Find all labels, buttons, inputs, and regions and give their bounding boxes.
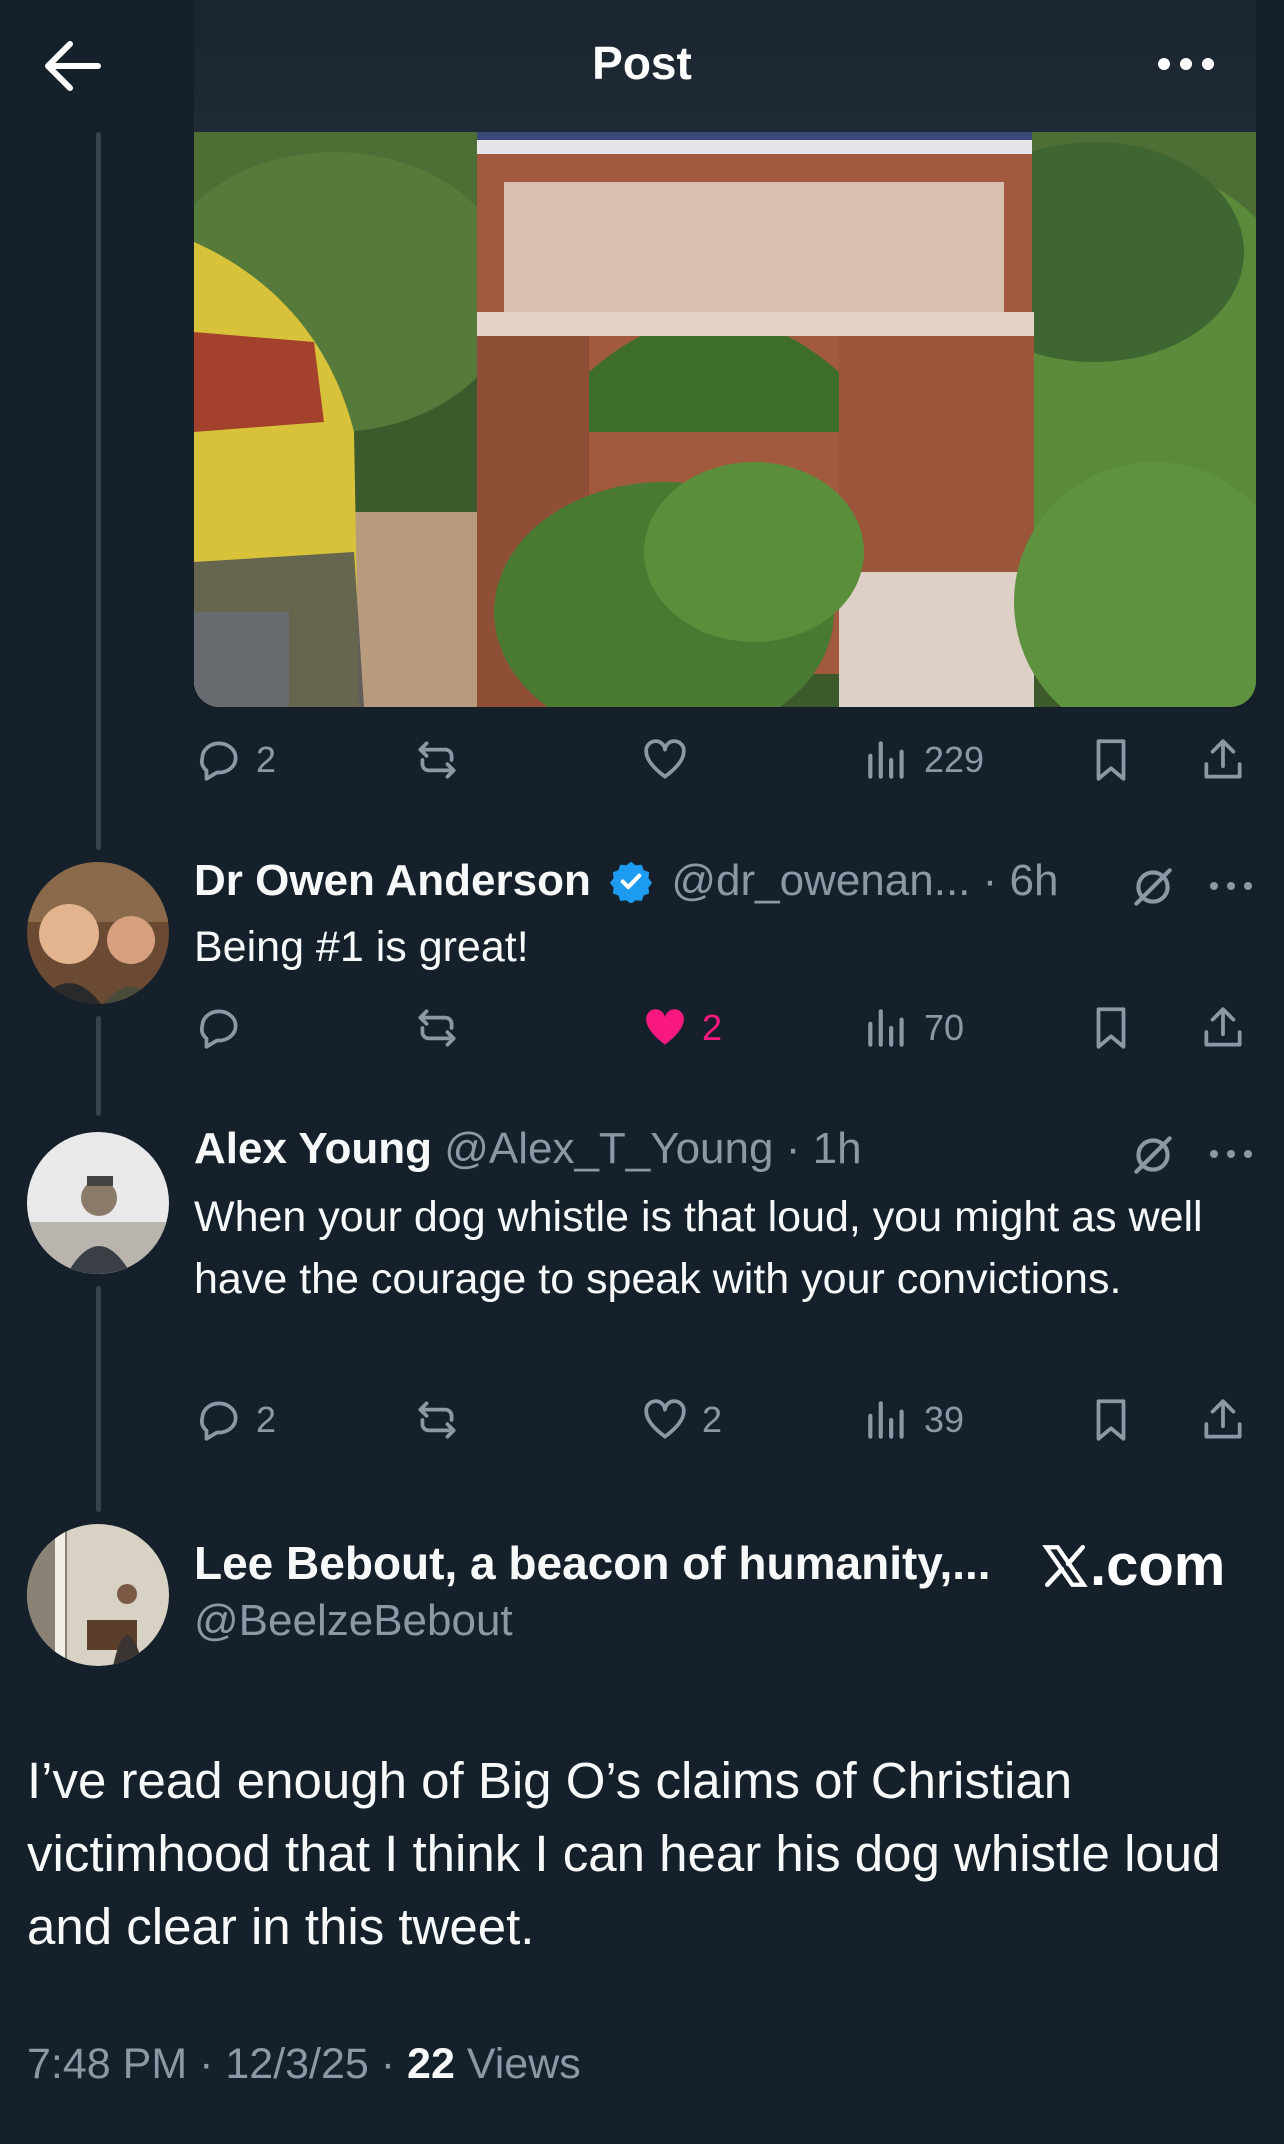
repost-button[interactable] — [412, 1390, 462, 1450]
separator: · — [187, 2040, 226, 2088]
share-icon — [1204, 739, 1242, 779]
author-name[interactable]: Lee Bebout, a beacon of humanity,... — [194, 1536, 991, 1590]
post-text: I’ve read enough of Big O’s claims of Ch… — [27, 1752, 1221, 1955]
repost-icon — [418, 741, 456, 779]
repost-button[interactable] — [412, 998, 462, 1058]
reply-icon — [199, 1009, 238, 1049]
reply-text: Being #1 is great! — [194, 923, 529, 971]
repost-icon — [418, 1009, 456, 1047]
more-options-icon[interactable] — [1206, 876, 1256, 896]
thread-connector-line — [96, 1016, 101, 1116]
views-button[interactable]: 70 — [862, 998, 964, 1058]
reply-button[interactable]: 2 — [194, 730, 276, 790]
share-button[interactable] — [1198, 730, 1248, 790]
separator: · — [368, 2040, 408, 2088]
views-chart-icon — [868, 1401, 904, 1439]
source-domain: .com — [1090, 1533, 1226, 1598]
author-handle[interactable]: @Alex_T_Young — [444, 1124, 773, 1173]
mute-conversation-icon[interactable] — [1128, 1130, 1178, 1180]
reply-button[interactable] — [194, 998, 244, 1058]
bookmark-icon — [1096, 1007, 1126, 1049]
repost-icon — [418, 1401, 456, 1439]
views-count: 39 — [924, 1399, 965, 1440]
reply-icon — [199, 1401, 238, 1441]
more-options-icon[interactable] — [1150, 40, 1222, 88]
thread-connector-line — [96, 1286, 101, 1512]
share-button[interactable] — [1198, 998, 1248, 1058]
heart-filled-icon — [646, 1009, 684, 1045]
bookmark-icon — [1096, 1399, 1126, 1441]
mute-conversation-icon[interactable] — [1128, 862, 1178, 912]
views-count: 70 — [924, 1007, 965, 1048]
share-icon — [1204, 1007, 1242, 1047]
like-button[interactable]: 2 — [640, 1390, 722, 1450]
post-time: 7:48 PM — [27, 2040, 188, 2088]
reply-icon — [199, 741, 238, 781]
post-time: · 1h — [785, 1124, 862, 1173]
views-button[interactable]: 39 — [862, 1390, 964, 1450]
like-button[interactable] — [640, 730, 690, 790]
verified-badge-icon — [610, 861, 653, 903]
post-time: · 6h — [982, 856, 1059, 905]
x-com-watermark: .com — [1040, 1532, 1225, 1599]
post-date: 12/3/25 — [225, 2040, 369, 2088]
bookmark-button[interactable] — [1086, 1390, 1136, 1450]
reply-action-bar: 2 70 — [194, 998, 1256, 1058]
like-button[interactable]: 2 — [640, 998, 722, 1058]
repost-button[interactable] — [412, 730, 462, 790]
page-title: Post — [592, 37, 692, 89]
views-button[interactable]: 229 — [862, 730, 984, 790]
bookmark-button[interactable] — [1086, 730, 1136, 790]
reply-count: 2 — [256, 739, 277, 780]
share-icon — [1204, 1399, 1242, 1439]
post-image-brick-arch[interactable] — [194, 132, 1256, 707]
reply-button[interactable]: 2 — [194, 1390, 276, 1450]
heart-icon — [644, 739, 686, 779]
heart-icon — [644, 1399, 686, 1439]
avatar[interactable] — [27, 1132, 169, 1274]
author-handle[interactable]: @dr_owenan... — [671, 856, 970, 905]
reply-action-bar: 2 2 39 — [194, 1390, 1256, 1450]
bookmark-icon — [1096, 739, 1126, 781]
views-chart-icon — [868, 741, 904, 779]
like-count: 2 — [702, 1399, 723, 1440]
post-action-bar: 2 229 — [194, 730, 1256, 790]
author-name[interactable]: Alex Young — [194, 1124, 432, 1173]
bookmark-button[interactable] — [1086, 998, 1136, 1058]
reply-count: 2 — [256, 1399, 277, 1440]
views-label: Views — [466, 2040, 581, 2088]
thread-connector-line — [96, 132, 101, 850]
like-count: 2 — [702, 1007, 723, 1048]
reply-header: Dr Owen Anderson @dr_owenan... · 6h — [194, 856, 1058, 906]
author-handle[interactable]: @BeelzeBebout — [194, 1596, 513, 1646]
avatar[interactable] — [27, 1524, 169, 1666]
author-name[interactable]: Dr Owen Anderson — [194, 856, 591, 905]
x-logo-icon — [1042, 1544, 1088, 1587]
reply-header: Alex Young @Alex_T_Young · 1h — [194, 1124, 862, 1174]
more-options-icon[interactable] — [1206, 1144, 1256, 1164]
share-button[interactable] — [1198, 1390, 1248, 1450]
top-navigation-bar: Post — [0, 0, 1284, 132]
post-metadata: 7:48 PM · 12/3/25 · 22 Views — [27, 2040, 581, 2089]
views-count[interactable]: 22 — [407, 2040, 455, 2088]
views-chart-icon — [868, 1009, 904, 1047]
reply-text: When your dog whistle is that loud, you … — [194, 1193, 1203, 1303]
avatar[interactable] — [27, 862, 169, 1004]
views-count: 229 — [924, 739, 985, 780]
